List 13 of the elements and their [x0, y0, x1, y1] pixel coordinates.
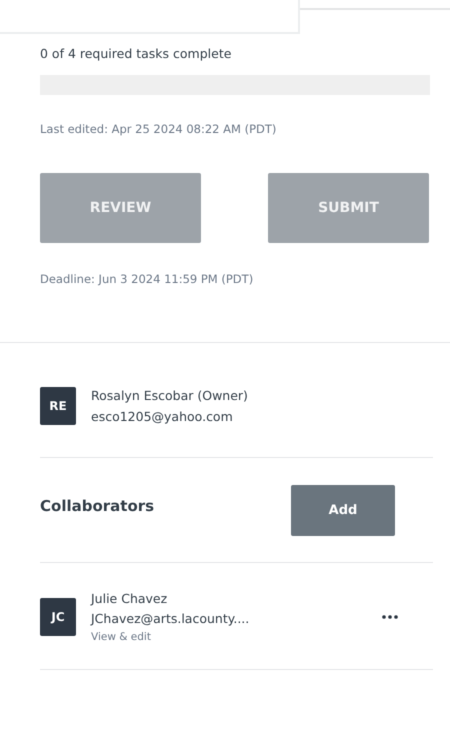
deadline-text: Deadline: Jun 3 2024 11:59 PM (PDT): [40, 272, 254, 286]
progress-label: 0 of 4 required tasks complete: [40, 46, 232, 61]
person-email: esco1205@yahoo.com: [91, 409, 234, 424]
person-name: Julie Chavez: [91, 591, 168, 606]
person-name: Rosalyn Escobar (Owner): [91, 388, 249, 403]
collaborators-heading: Collaborators: [40, 497, 154, 515]
avatar: RE: [40, 387, 76, 425]
permission-label: View & edit: [91, 631, 152, 643]
more-icon[interactable]: [382, 615, 398, 619]
avatar: JC: [40, 598, 76, 636]
person-email: JChavez@arts.lacounty....: [91, 611, 250, 626]
last-edited-text: Last edited: Apr 25 2024 08:22 AM (PDT): [40, 122, 276, 136]
add-button[interactable]: Add: [291, 484, 395, 536]
